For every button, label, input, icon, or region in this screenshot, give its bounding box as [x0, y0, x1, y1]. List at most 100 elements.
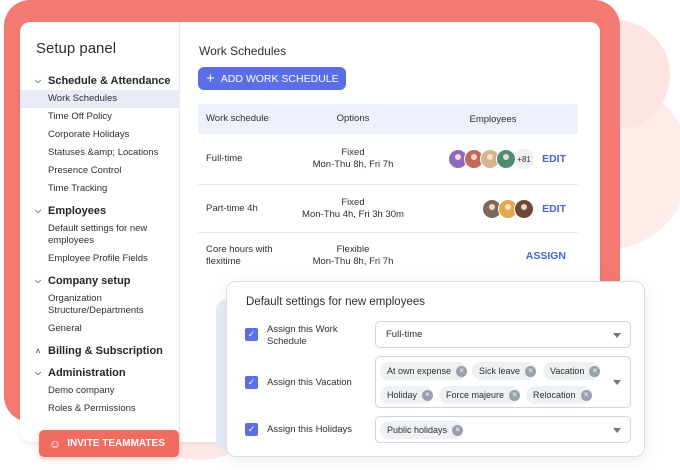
sidebar-nav: ⌵ Schedule & Attendance Work Schedules T… — [20, 68, 180, 418]
chip-label: Sick leave — [479, 366, 521, 376]
remove-icon[interactable]: × — [422, 389, 434, 401]
holidays-multiselect[interactable]: Public holidays × — [375, 416, 631, 443]
vacation-label: Assign this Vacation — [267, 377, 352, 388]
schedule-options: Fixed Mon-Thu 4h, Fri 3h 30m — [298, 197, 408, 221]
holidays-setting-row: ✓ Assign this Holidays — [245, 423, 352, 436]
sidebar-item-roles-permissions[interactable]: Roles & Permissions — [20, 400, 180, 418]
schedule-options: Flexible Mon-Thu 8h, Fri 7h — [298, 244, 408, 268]
edit-link[interactable]: EDIT — [542, 153, 566, 165]
option-detail: Mon-Thu 8h, Fri 7h — [312, 159, 394, 170]
chip: Vacation × — [543, 362, 601, 380]
employees-cell: ASSIGN — [408, 250, 578, 262]
sidebar-group-billing[interactable]: ˄ Billing & Subscription — [20, 342, 180, 360]
schedule-name: Core hours with flexitime — [206, 244, 273, 267]
employees-cell: +81 EDIT — [408, 149, 578, 169]
schedule-name: Part-time 4h — [206, 202, 258, 214]
option-detail: Mon-Thu 4h, Fri 3h 30m — [302, 208, 404, 220]
sidebar-item-demo-company[interactable]: Demo company — [20, 382, 180, 400]
page-title: Work Schedules — [199, 44, 287, 58]
sidebar-group-employees[interactable]: ⌵ Employees — [20, 202, 180, 220]
sidebar-item-time-tracking[interactable]: Time Tracking — [20, 180, 180, 198]
vacation-multiselect[interactable]: At own expense × Sick leave × Vacation × Ho… — [375, 356, 631, 408]
table-row: Core hours with flexitime Flexible Mon-T… — [198, 233, 578, 279]
more-employees-count[interactable]: +81 — [514, 149, 535, 169]
table-header: Work schedule Options Employees — [198, 104, 578, 134]
sidebar-group-label: Company setup — [48, 275, 131, 287]
table-row: Full-time Fixed Mon-Thu 8h, Fri 7h +81 E… — [198, 134, 578, 185]
avatar[interactable] — [514, 198, 535, 219]
sidebar-group-administration[interactable]: ⌵ Administration — [20, 364, 180, 382]
chevron-down-icon — [613, 380, 621, 385]
sidebar-item-org-structure[interactable]: Organization Structure/Departments — [20, 290, 180, 320]
remove-icon[interactable]: × — [456, 365, 468, 377]
avatar[interactable] — [496, 149, 517, 169]
schedule-name: Full-time — [206, 153, 243, 164]
assign-link[interactable]: ASSIGN — [526, 250, 566, 262]
sidebar-item-profile-fields[interactable]: Employee Profile Fields — [20, 250, 180, 268]
vacation-checkbox[interactable]: ✓ — [245, 376, 258, 389]
chip: Holiday × — [380, 386, 434, 404]
holidays-label: Assign this Holidays — [267, 424, 353, 435]
column-header: Work schedule — [206, 113, 269, 124]
employees-cell: EDIT — [408, 198, 578, 219]
sidebar-item-time-off-policy[interactable]: Time Off Policy — [20, 108, 180, 126]
sidebar-item-corporate-holidays[interactable]: Corporate Holidays — [20, 126, 180, 144]
option-type: Fixed — [341, 147, 365, 158]
chip-label: Holiday — [387, 390, 418, 400]
chip: Force majeure × — [439, 386, 521, 404]
schedule-label: Assign this Work Schedule — [267, 324, 338, 347]
sidebar-group-label: Schedule & Attendance — [48, 75, 171, 87]
sidebar-item-work-schedules[interactable]: Work Schedules — [20, 90, 180, 108]
sidebar-group-company-setup[interactable]: ⌵ Company setup — [20, 272, 180, 290]
add-button-label: ADD WORK SCHEDULE — [220, 72, 339, 85]
chip-label: Force majeure — [446, 390, 505, 400]
column-header: Employees — [469, 113, 517, 125]
sidebar-group-schedule[interactable]: ⌵ Schedule & Attendance — [20, 72, 180, 90]
selected-value: Full-time — [386, 329, 423, 340]
remove-icon[interactable]: × — [580, 389, 592, 401]
option-detail: Mon-Thu 8h, Fri 7h — [312, 256, 394, 267]
sidebar-item-default-settings[interactable]: Default settings for new employees — [20, 220, 180, 250]
add-work-schedule-button[interactable]: + ADD WORK SCHEDULE — [198, 67, 346, 90]
chevron-down-icon — [613, 428, 621, 433]
remove-icon[interactable]: × — [525, 365, 537, 377]
remove-icon[interactable]: × — [452, 424, 464, 436]
sidebar: Setup panel ⌵ Schedule & Attendance Work… — [20, 22, 180, 442]
column-header: Options — [336, 113, 370, 124]
chip: At own expense × — [380, 362, 468, 380]
holidays-checkbox[interactable]: ✓ — [245, 423, 258, 436]
table-row: Part-time 4h Fixed Mon-Thu 4h, Fri 3h 30… — [198, 185, 578, 233]
chip-label: Public holidays — [387, 425, 448, 435]
vacation-setting-row: ✓ Assign this Vacation — [245, 376, 352, 389]
sidebar-item-general[interactable]: General — [20, 320, 180, 338]
sidebar-item-presence-control[interactable]: Presence Control — [20, 162, 180, 180]
sidebar-group-label: Administration — [48, 367, 126, 379]
chevron-down-icon — [613, 333, 621, 338]
option-type: Flexible — [336, 244, 370, 255]
sidebar-title: Setup panel — [36, 40, 117, 57]
chip-label: Vacation — [550, 366, 585, 376]
sidebar-group-label: Billing & Subscription — [48, 345, 163, 357]
sidebar-item-statuses-locations[interactable]: Statuses &amp; Locations — [20, 144, 180, 162]
default-settings-panel: Default settings for new employees ✓ Ass… — [226, 281, 645, 457]
chip: Public holidays × — [380, 421, 464, 439]
edit-link[interactable]: EDIT — [542, 203, 566, 215]
schedule-checkbox[interactable]: ✓ — [245, 328, 258, 341]
option-type: Fixed — [341, 196, 365, 208]
invite-label: INVITE TEAMMATES — [67, 438, 165, 449]
remove-icon[interactable]: × — [509, 389, 521, 401]
chevron-down-icon: ⌵ — [34, 206, 42, 215]
schedule-setting-row: ✓ Assign this Work Schedule — [245, 324, 338, 347]
chip: Relocation × — [526, 386, 592, 404]
chevron-down-icon: ⌵ — [34, 276, 42, 285]
sidebar-group-label: Employees — [48, 205, 107, 217]
panel-title: Default settings for new employees — [246, 296, 425, 308]
chevron-down-icon: ⌵ — [34, 76, 42, 85]
chevron-up-icon: ˄ — [35, 346, 41, 356]
work-schedule-select[interactable]: Full-time — [375, 321, 631, 348]
invite-teammates-button[interactable]: ☺ INVITE TEAMMATES — [39, 430, 179, 457]
add-user-icon: ☺ — [49, 436, 62, 451]
remove-icon[interactable]: × — [589, 365, 601, 377]
work-schedules-table: Work schedule Options Employees Full-tim… — [198, 104, 578, 279]
chip-label: At own expense — [387, 366, 452, 376]
